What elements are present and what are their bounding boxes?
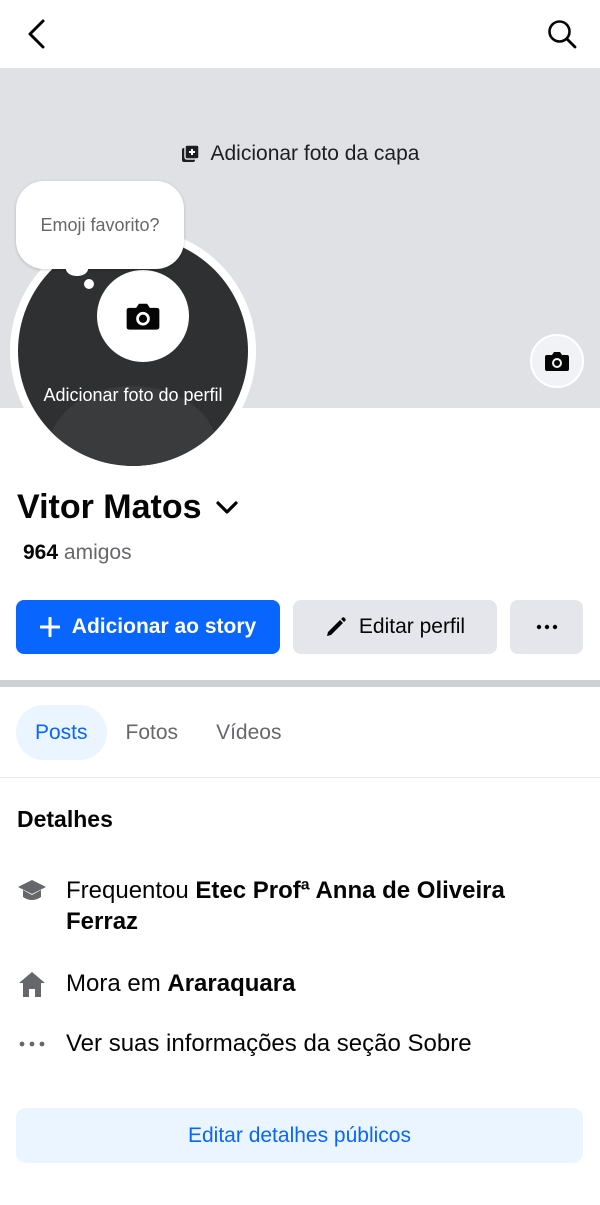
about-link-text: Ver suas informações da seção Sobre	[66, 1030, 472, 1057]
tab-photos[interactable]: Fotos	[107, 705, 198, 760]
cover-camera-button[interactable]	[530, 334, 584, 388]
profile-name: Vitor Matos	[17, 488, 202, 526]
avatar-camera-button[interactable]	[97, 270, 189, 362]
back-button[interactable]	[18, 14, 54, 54]
chevron-left-icon	[28, 19, 45, 49]
graduation-cap-icon	[16, 875, 48, 906]
profile-name-row[interactable]: Vitor Matos	[17, 488, 238, 527]
more-options-button[interactable]	[510, 600, 583, 654]
avatar-placeholder: Adicionar foto do perfil	[18, 236, 248, 466]
add-photo-icon	[181, 144, 200, 162]
pencil-icon	[326, 617, 346, 636]
detail-about-link[interactable]: Ver suas informações da seção Sobre	[16, 1028, 536, 1059]
friends-count[interactable]: 964 amigos	[23, 541, 132, 565]
home-city: Araraquara	[167, 970, 296, 997]
add-to-story-button[interactable]: Adicionar ao story	[16, 600, 280, 654]
search-button[interactable]	[542, 14, 582, 54]
add-cover-label: Adicionar foto da capa	[210, 142, 420, 165]
home-icon	[16, 968, 48, 999]
top-bar	[0, 0, 600, 69]
camera-icon	[126, 303, 160, 330]
thought-dot	[84, 279, 94, 289]
chevron-down-icon	[215, 500, 238, 514]
camera-icon	[545, 352, 569, 371]
section-divider	[0, 680, 600, 687]
edit-profile-button[interactable]: Editar perfil	[293, 600, 497, 654]
profile-tabs: Posts Fotos Vídeos	[16, 705, 300, 760]
home-prefix: Mora em	[66, 970, 168, 997]
detail-education[interactable]: Frequentou Etec Profª Anna de Oliveira F…	[16, 875, 536, 937]
emoji-prompt-text: Emoji favorito?	[40, 214, 160, 235]
tab-videos[interactable]: Vídeos	[197, 705, 300, 760]
more-dots-icon	[16, 1028, 48, 1059]
tabs-divider	[0, 777, 600, 778]
education-prefix: Frequentou	[66, 877, 196, 904]
search-icon	[548, 20, 577, 49]
edit-public-details-button[interactable]: Editar detalhes públicos	[16, 1108, 583, 1163]
more-dots-icon	[536, 624, 557, 630]
friends-number: 964	[23, 541, 59, 564]
details-heading: Detalhes	[17, 806, 113, 832]
add-to-story-label: Adicionar ao story	[71, 615, 257, 638]
plus-icon	[39, 617, 60, 637]
add-profile-photo-label: Adicionar foto do perfil	[43, 385, 223, 405]
emoji-prompt-bubble[interactable]: Emoji favorito?	[16, 181, 184, 269]
detail-current-city[interactable]: Mora em Araraquara	[16, 968, 536, 999]
edit-public-details-label: Editar detalhes públicos	[188, 1123, 411, 1147]
thought-dot	[66, 262, 88, 276]
add-cover-photo-button[interactable]: Adicionar foto da capa	[0, 142, 600, 166]
friends-label: amigos	[63, 541, 132, 564]
edit-profile-label: Editar perfil	[358, 615, 466, 638]
tab-posts[interactable]: Posts	[16, 705, 107, 760]
